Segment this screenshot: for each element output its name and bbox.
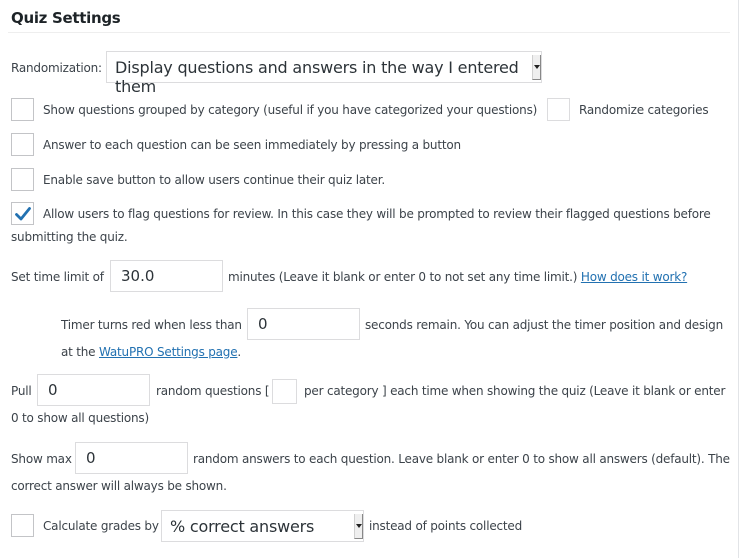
randomization-label: Randomization: bbox=[11, 61, 102, 75]
randomization-select-value: Display questions and answers in the way… bbox=[115, 58, 519, 96]
pull-random-line2: 0 to show all questions) bbox=[11, 411, 149, 425]
pull-random-input[interactable]: 0 bbox=[37, 374, 150, 406]
flag-questions-checkbox[interactable] bbox=[11, 202, 34, 225]
show-max-suffix: random answers to each question. Leave b… bbox=[193, 452, 730, 466]
watupro-settings-link[interactable]: WatuPRO Settings page bbox=[99, 345, 238, 359]
how-does-it-work-link[interactable]: How does it work? bbox=[581, 270, 687, 284]
timer-red-line2-suffix: . bbox=[237, 345, 242, 359]
timer-red-suffix: seconds remain. You can adjust the timer… bbox=[365, 318, 723, 332]
chevron-down-icon[interactable] bbox=[532, 55, 541, 80]
chevron-down-icon[interactable] bbox=[354, 514, 363, 539]
answer-immediately-checkbox[interactable] bbox=[11, 133, 34, 156]
pull-random-middle: random questions [ bbox=[156, 384, 270, 398]
group-by-category-checkbox[interactable] bbox=[11, 98, 34, 121]
show-max-line2: correct answer will always be shown. bbox=[11, 479, 227, 493]
time-limit-suffix: minutes (Leave it blank or enter 0 to no… bbox=[228, 270, 687, 284]
grades-select[interactable]: % correct answers bbox=[161, 510, 364, 542]
flag-questions-label-cont: submitting the quiz. bbox=[11, 230, 128, 244]
pull-label: Pull bbox=[11, 384, 32, 398]
randomization-select[interactable]: Display questions and answers in the way… bbox=[106, 51, 542, 96]
timer-red-input[interactable]: 0 bbox=[247, 308, 360, 340]
time-limit-label: Set time limit of bbox=[11, 270, 104, 284]
show-max-label: Show max bbox=[11, 452, 72, 466]
timer-red-line2-prefix: at the bbox=[61, 345, 96, 359]
time-limit-hint: minutes (Leave it blank or enter 0 to no… bbox=[228, 270, 578, 284]
group-by-category-label: Show questions grouped by category (usef… bbox=[43, 103, 538, 117]
save-button-checkbox[interactable] bbox=[11, 168, 34, 191]
per-category-input[interactable] bbox=[272, 379, 297, 404]
time-limit-input[interactable]: 30.0 bbox=[110, 260, 223, 292]
answer-immediately-label: Answer to each question can be seen imme… bbox=[43, 138, 461, 152]
grades-suffix: instead of points collected bbox=[369, 519, 523, 533]
calculate-grades-checkbox[interactable] bbox=[11, 514, 34, 537]
timer-red-label: Timer turns red when less than bbox=[61, 318, 242, 332]
calculate-grades-label: Calculate grades by bbox=[43, 519, 159, 533]
save-button-label: Enable save button to allow users contin… bbox=[43, 173, 385, 187]
randomize-categories-checkbox[interactable] bbox=[547, 98, 570, 121]
timer-red-line2: at the WatuPRO Settings page. bbox=[61, 345, 241, 359]
pull-random-suffix: per category ] each time when showing th… bbox=[304, 384, 726, 398]
title-divider bbox=[8, 32, 730, 33]
page-title: Quiz Settings bbox=[11, 9, 121, 27]
flag-questions-label: Allow users to flag questions for review… bbox=[43, 207, 711, 221]
randomize-categories-label: Randomize categories bbox=[579, 103, 709, 117]
show-max-input[interactable]: 0 bbox=[75, 442, 188, 474]
quiz-settings-panel: Quiz Settings Randomization: Display que… bbox=[0, 0, 739, 558]
checkmark-icon bbox=[15, 207, 31, 221]
grades-select-value: % correct answers bbox=[170, 517, 315, 536]
